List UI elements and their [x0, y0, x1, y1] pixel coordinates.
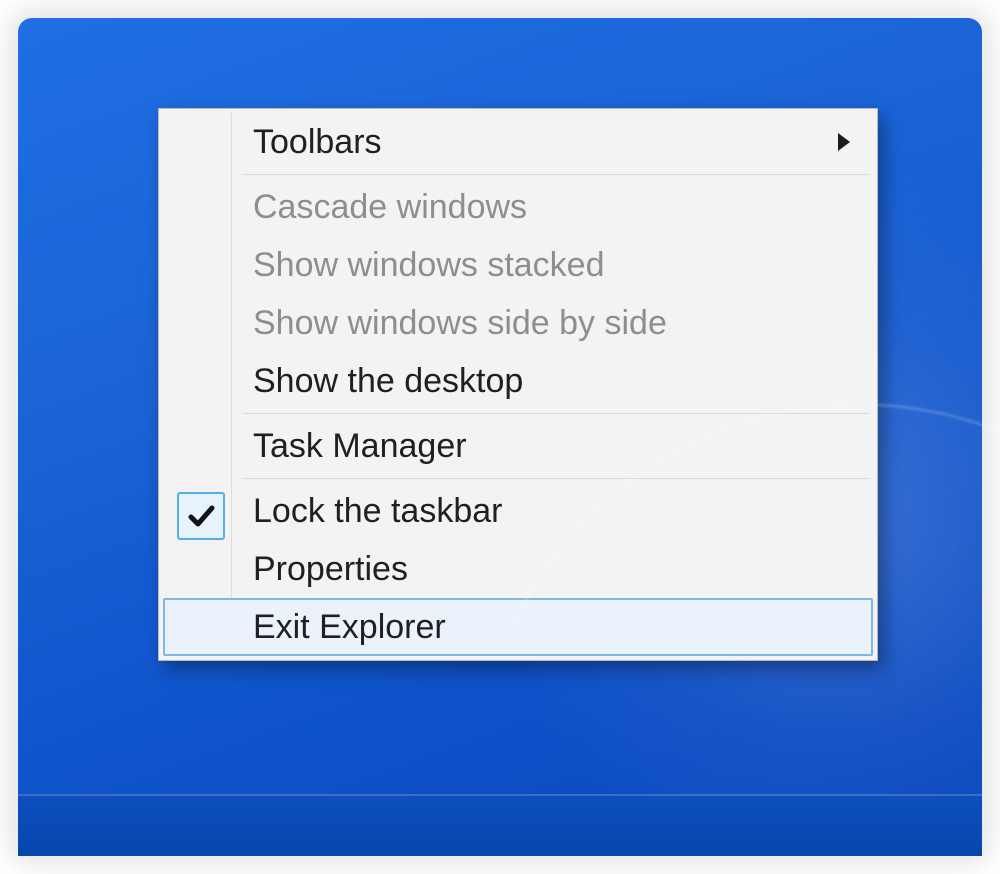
checkmark-icon [177, 492, 225, 540]
menu-item-label: Cascade windows [253, 188, 527, 227]
menu-item-exit-explorer[interactable]: Exit Explorer [163, 598, 873, 656]
menu-item-label: Exit Explorer [253, 608, 446, 647]
menu-separator [243, 413, 869, 414]
menu-item-label: Toolbars [253, 123, 382, 162]
menu-item-label: Show windows side by side [253, 304, 667, 343]
menu-item-label: Lock the taskbar [253, 492, 502, 531]
menu-item-toolbars[interactable]: Toolbars [163, 113, 873, 171]
desktop-background: Toolbars Cascade windows Show windows st… [18, 18, 982, 856]
submenu-arrow-icon [835, 130, 853, 154]
menu-separator [243, 478, 869, 479]
taskbar[interactable] [18, 794, 982, 856]
menu-item-label: Task Manager [253, 427, 467, 466]
menu-item-task-manager[interactable]: Task Manager [163, 417, 873, 475]
menu-item-label: Show the desktop [253, 362, 523, 401]
menu-item-properties[interactable]: Properties [163, 540, 873, 598]
menu-item-show-the-desktop[interactable]: Show the desktop [163, 352, 873, 410]
menu-item-label: Properties [253, 550, 408, 589]
menu-item-show-windows-side-by-side[interactable]: Show windows side by side [163, 294, 873, 352]
menu-item-show-windows-stacked[interactable]: Show windows stacked [163, 236, 873, 294]
menu-separator [243, 174, 869, 175]
screenshot-stage: Toolbars Cascade windows Show windows st… [0, 0, 1000, 874]
menu-item-label: Show windows stacked [253, 246, 605, 285]
menu-item-lock-the-taskbar[interactable]: Lock the taskbar [163, 482, 873, 540]
taskbar-context-menu: Toolbars Cascade windows Show windows st… [158, 108, 878, 661]
menu-item-cascade-windows[interactable]: Cascade windows [163, 178, 873, 236]
